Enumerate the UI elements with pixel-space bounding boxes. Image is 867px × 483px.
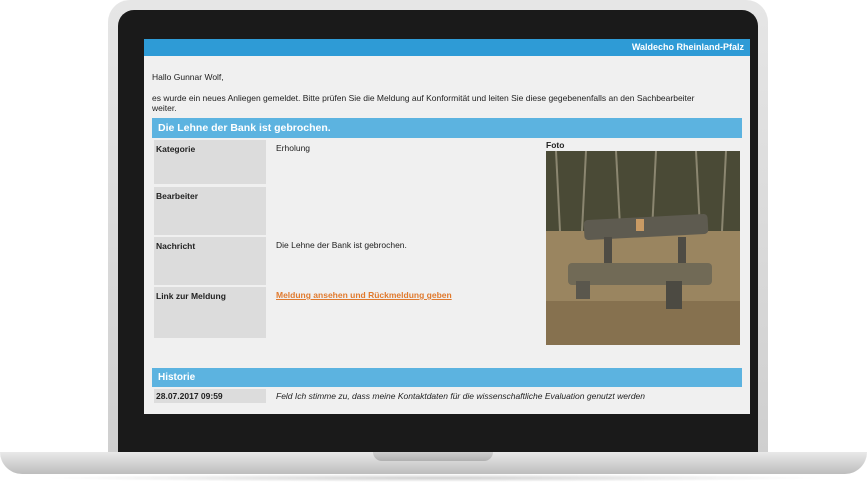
report-title: Die Lehne der Bank ist gebrochen. — [152, 118, 742, 138]
history-title: Historie — [152, 368, 742, 387]
kategorie-value: Erholung — [276, 143, 311, 153]
email-body: Hallo Gunnar Wolf, es wurde ein neues An… — [144, 72, 750, 405]
report-details: Kategorie Erholung Bearbeiter Nachricht … — [152, 138, 742, 348]
history-entry: 28.07.2017 09:59 Feld Ich stimme zu, das… — [152, 389, 742, 405]
nachricht-value: Die Lehne der Bank ist gebrochen. — [276, 240, 407, 250]
bench-photo — [546, 151, 740, 345]
laptop-base-notch — [373, 452, 493, 461]
foto-label: Foto — [546, 140, 565, 150]
report-link[interactable]: Meldung ansehen und Rückmeldung geben — [276, 290, 452, 300]
history-date: 28.07.2017 09:59 — [154, 389, 266, 403]
nachricht-label: Nachricht — [154, 237, 266, 285]
greeting-text: Hallo Gunnar Wolf, — [152, 72, 224, 82]
kategorie-label: Kategorie — [154, 140, 266, 184]
history-text: Feld Ich stimme zu, dass meine Kontaktda… — [276, 391, 645, 401]
link-label: Link zur Meldung — [154, 287, 266, 338]
intro-text: es wurde ein neues Anliegen gemeldet. Bi… — [152, 93, 695, 113]
brand-header: Waldecho Rheinland-Pfalz — [144, 39, 750, 56]
bearbeiter-label: Bearbeiter — [154, 187, 266, 235]
brand-name: Waldecho Rheinland-Pfalz — [631, 42, 744, 52]
email-screen: Waldecho Rheinland-Pfalz Hallo Gunnar Wo… — [144, 39, 750, 414]
laptop-shadow — [40, 474, 827, 482]
